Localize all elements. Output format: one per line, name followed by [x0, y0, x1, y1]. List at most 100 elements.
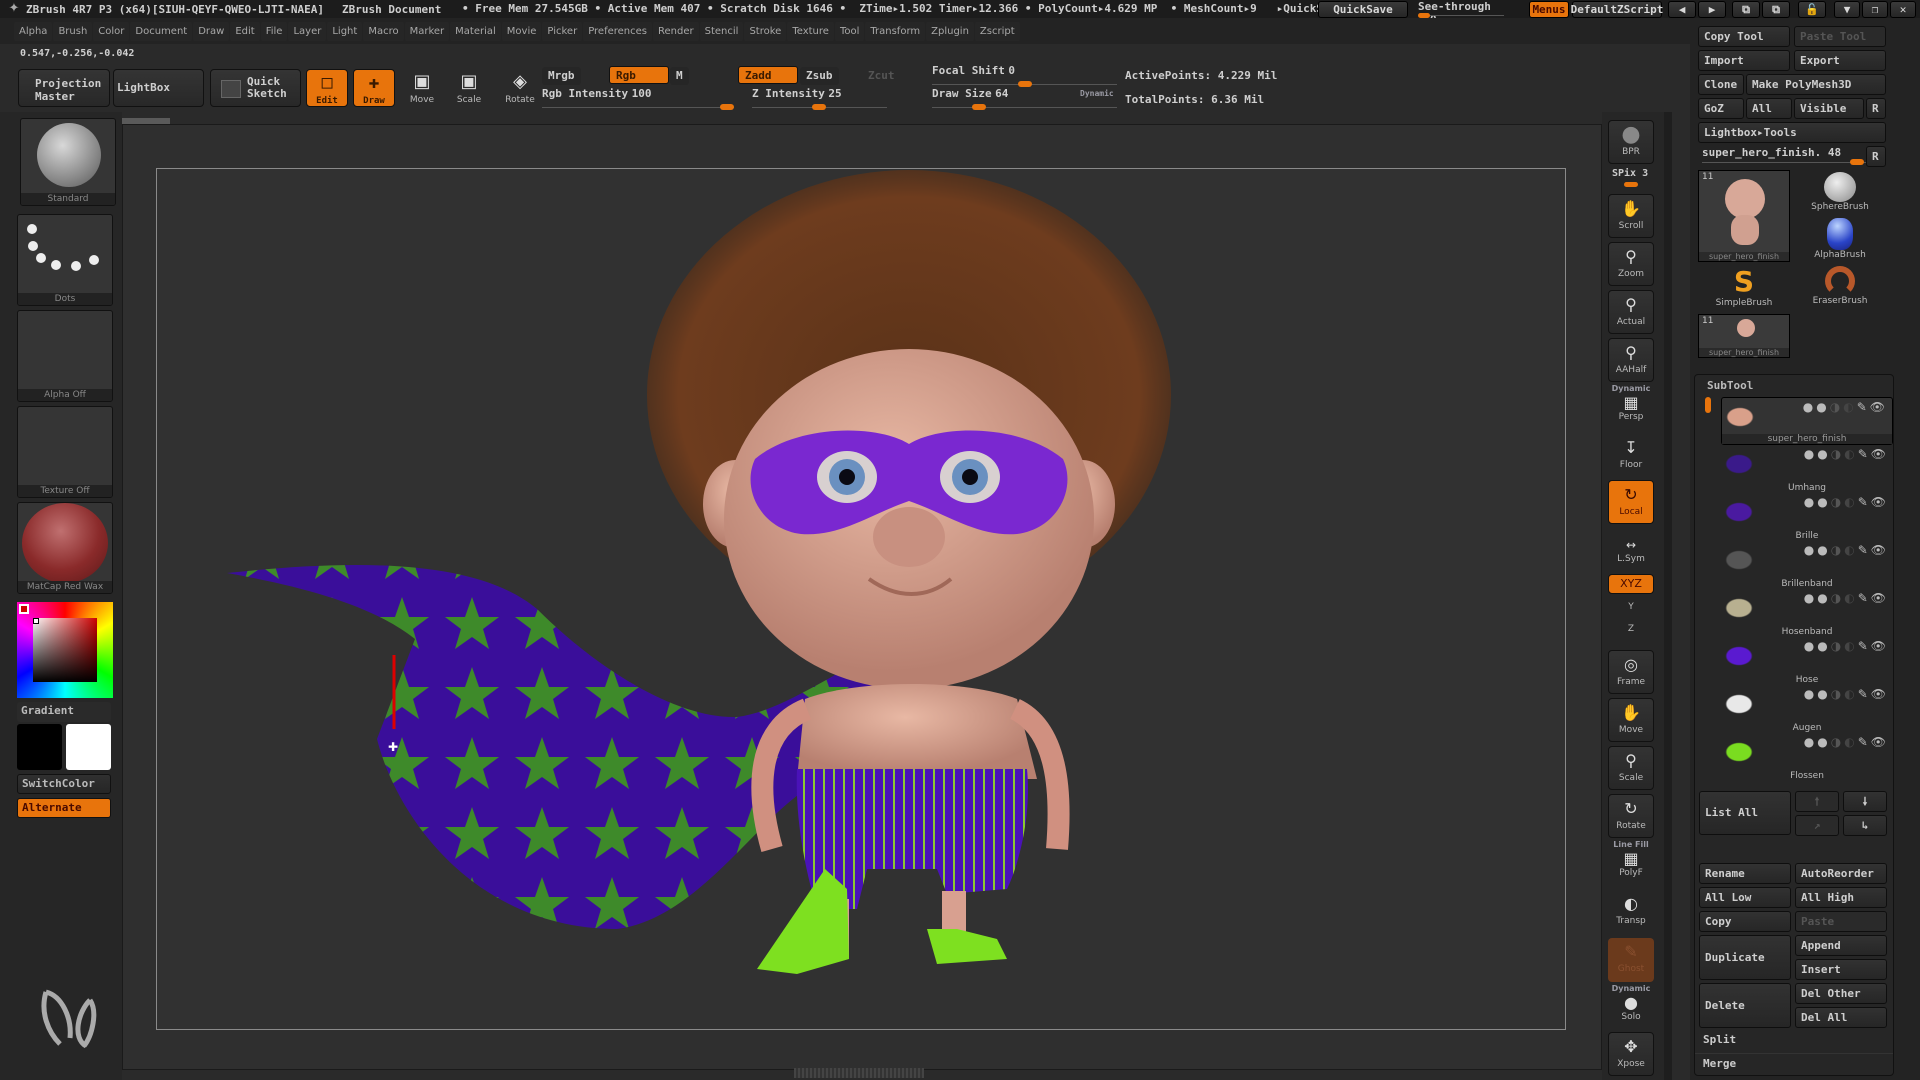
default-zscript-button[interactable]: DefaultZScript [1571, 1, 1663, 18]
menu-zscript[interactable]: Zscript [974, 21, 1020, 41]
canvas-viewport[interactable]: ✚ [156, 168, 1566, 1030]
menu-material[interactable]: Material [450, 21, 501, 41]
alternate-button[interactable]: Alternate [17, 798, 111, 818]
import-button[interactable]: Import [1698, 50, 1790, 71]
polypaint-toggle-icon[interactable]: ●● [1804, 543, 1831, 557]
merge-section[interactable]: Merge [1703, 1057, 1736, 1070]
subtool-controls[interactable]: ●●◑◐✎👁 [1803, 400, 1888, 414]
polypaint-toggle-icon[interactable]: ●● [1803, 400, 1830, 414]
rotate-view-button[interactable]: ↻ Rotate [1608, 794, 1654, 838]
zoom-button[interactable]: ⚲ Zoom [1608, 242, 1654, 286]
aahalf-button[interactable]: ⚲ AAHalf [1608, 338, 1654, 382]
rotate-button[interactable]: ◈ Rotate [498, 69, 542, 111]
export-button[interactable]: Export [1794, 50, 1886, 71]
see-through-track[interactable] [1420, 15, 1504, 16]
tool-simple-brush[interactable]: S SimpleBrush [1698, 266, 1790, 309]
visibility-eye-icon[interactable]: 👁 [1871, 639, 1889, 653]
tool-alpha-brush[interactable]: AlphaBrush [1794, 218, 1886, 260]
subtool-item-hose[interactable]: ●●◑◐✎👁 Hose [1721, 637, 1893, 685]
menu-tool[interactable]: Tool [834, 21, 865, 41]
subtool-item-brillenband[interactable]: ●●◑◐✎👁 Brillenband [1721, 541, 1893, 589]
goz-button[interactable]: GoZ [1698, 98, 1744, 119]
menu-alpha[interactable]: Alpha [14, 21, 53, 41]
menu-light[interactable]: Light [327, 21, 363, 41]
subtool-controls[interactable]: ●●◑◐✎👁 [1804, 639, 1889, 653]
scroll-right-icon[interactable]: ▶ [1698, 1, 1726, 18]
visibility-eye-icon[interactable]: 👁 [1871, 495, 1889, 509]
subtool-item-super-hero-finish[interactable]: ●●◑◐✎👁 super_hero_finish [1721, 397, 1893, 445]
solo-toggle-icon[interactable]: ◑ [1831, 543, 1844, 557]
menu-marker[interactable]: Marker [404, 21, 450, 41]
menu-stencil[interactable]: Stencil [699, 21, 744, 41]
main-color-swatch[interactable] [19, 604, 29, 614]
subtool-scrollbar[interactable] [1705, 397, 1711, 413]
goz-r-button[interactable]: R [1866, 98, 1886, 119]
rgb-intensity-slider[interactable]: Rgb Intensity 100 [542, 87, 737, 111]
color-cursor[interactable] [33, 618, 39, 624]
zsub-toggle[interactable]: Zsub [800, 67, 839, 85]
menu-picker[interactable]: Picker [542, 21, 583, 41]
minimize-icon[interactable]: ▼ [1834, 1, 1860, 18]
polypaint-toggle-icon[interactable]: ●● [1804, 735, 1831, 749]
all-high-button[interactable]: All High [1795, 887, 1887, 908]
dynamesh-toggle-icon[interactable]: ◐ [1844, 591, 1857, 605]
layout-prev-icon[interactable]: ⧉ [1732, 1, 1760, 18]
layout-next-icon[interactable]: ⧉ [1762, 1, 1790, 18]
material-selector[interactable]: MatCap Red Wax [17, 502, 113, 594]
menu-preferences[interactable]: Preferences [583, 21, 653, 41]
rotate-xyz-button[interactable]: XYZ [1608, 574, 1654, 594]
tool-eraser-brush[interactable]: EraserBrush [1794, 266, 1886, 306]
polypaint-toggle-icon[interactable]: ●● [1804, 639, 1831, 653]
switch-color-button[interactable]: SwitchColor [17, 774, 111, 794]
auto-reorder-button[interactable]: AutoReorder [1795, 863, 1887, 884]
lsym-button[interactable]: ↔ L.Sym [1608, 536, 1654, 568]
menu-zplugin[interactable]: Zplugin [926, 21, 974, 41]
current-tool-slider[interactable]: super_hero_finish. 48 [1702, 146, 1841, 159]
tool-thumb-super-hero[interactable]: 11 super_hero_finish [1698, 170, 1790, 262]
dynamesh-toggle-icon[interactable]: ◐ [1844, 639, 1857, 653]
move-up-right-button[interactable]: ↗ [1795, 815, 1839, 836]
current-tool-track[interactable] [1702, 162, 1866, 163]
clone-button[interactable]: Clone [1698, 74, 1744, 95]
secondary-color-white[interactable] [66, 724, 111, 770]
paste-tool-button[interactable]: Paste Tool [1794, 26, 1886, 47]
spix-knob[interactable] [1624, 182, 1638, 187]
dynamesh-toggle-icon[interactable]: ◐ [1844, 735, 1857, 749]
scale-button[interactable]: ▣ Scale [447, 69, 491, 111]
scroll-left-icon[interactable]: ◀ [1668, 1, 1696, 18]
zadd-toggle[interactable]: Zadd [738, 66, 798, 84]
solo-toggle-icon[interactable]: ◑ [1831, 447, 1844, 461]
z-intensity-knob[interactable] [812, 104, 826, 110]
move-down-button[interactable]: 🠗 [1843, 791, 1887, 812]
tool-reset-button[interactable]: R [1866, 146, 1886, 167]
local-button[interactable]: ↻ Local [1608, 480, 1654, 524]
subtool-controls[interactable]: ●●◑◐✎👁 [1804, 543, 1889, 557]
subtool-controls[interactable]: ●●◑◐✎👁 [1804, 591, 1889, 605]
brush-edit-icon[interactable]: ✎ [1858, 687, 1871, 701]
quicksave-button[interactable]: QuickSave [1318, 1, 1408, 18]
lightbox-tools-button[interactable]: Lightbox▸Tools [1698, 122, 1886, 143]
zcut-toggle[interactable]: Zcut [862, 67, 901, 85]
solo-button[interactable]: Dynamic ● Solo [1608, 984, 1654, 1028]
solo-toggle-icon[interactable]: ◑ [1831, 591, 1844, 605]
duplicate-button[interactable]: Duplicate [1699, 935, 1791, 980]
menu-draw[interactable]: Draw [193, 21, 230, 41]
delete-button[interactable]: Delete [1699, 983, 1791, 1028]
menu-render[interactable]: Render [653, 21, 699, 41]
viewport-scroll-handle[interactable] [794, 1068, 924, 1078]
subtool-controls[interactable]: ●●◑◐✎👁 [1804, 735, 1889, 749]
copy-tool-button[interactable]: Copy Tool [1698, 26, 1790, 47]
bpr-button[interactable]: ● BPR [1608, 120, 1654, 164]
lightbox-button[interactable]: LightBox [113, 69, 204, 107]
brush-selector[interactable]: Standard [20, 118, 116, 206]
scale-view-button[interactable]: ⚲ Scale [1608, 746, 1654, 790]
polypaint-toggle-icon[interactable]: ●● [1804, 495, 1831, 509]
dynamic-toggle[interactable]: Dynamic [1080, 89, 1114, 98]
solo-toggle-icon[interactable]: ◑ [1831, 639, 1844, 653]
color-saturation-square[interactable] [33, 618, 97, 682]
brush-edit-icon[interactable]: ✎ [1858, 447, 1871, 461]
list-all-button[interactable]: List All [1699, 791, 1791, 835]
paste-subtool-button[interactable]: Paste [1795, 911, 1887, 932]
visibility-eye-icon[interactable]: 👁 [1871, 447, 1889, 461]
transp-button[interactable]: ◐ Transp [1608, 890, 1654, 934]
